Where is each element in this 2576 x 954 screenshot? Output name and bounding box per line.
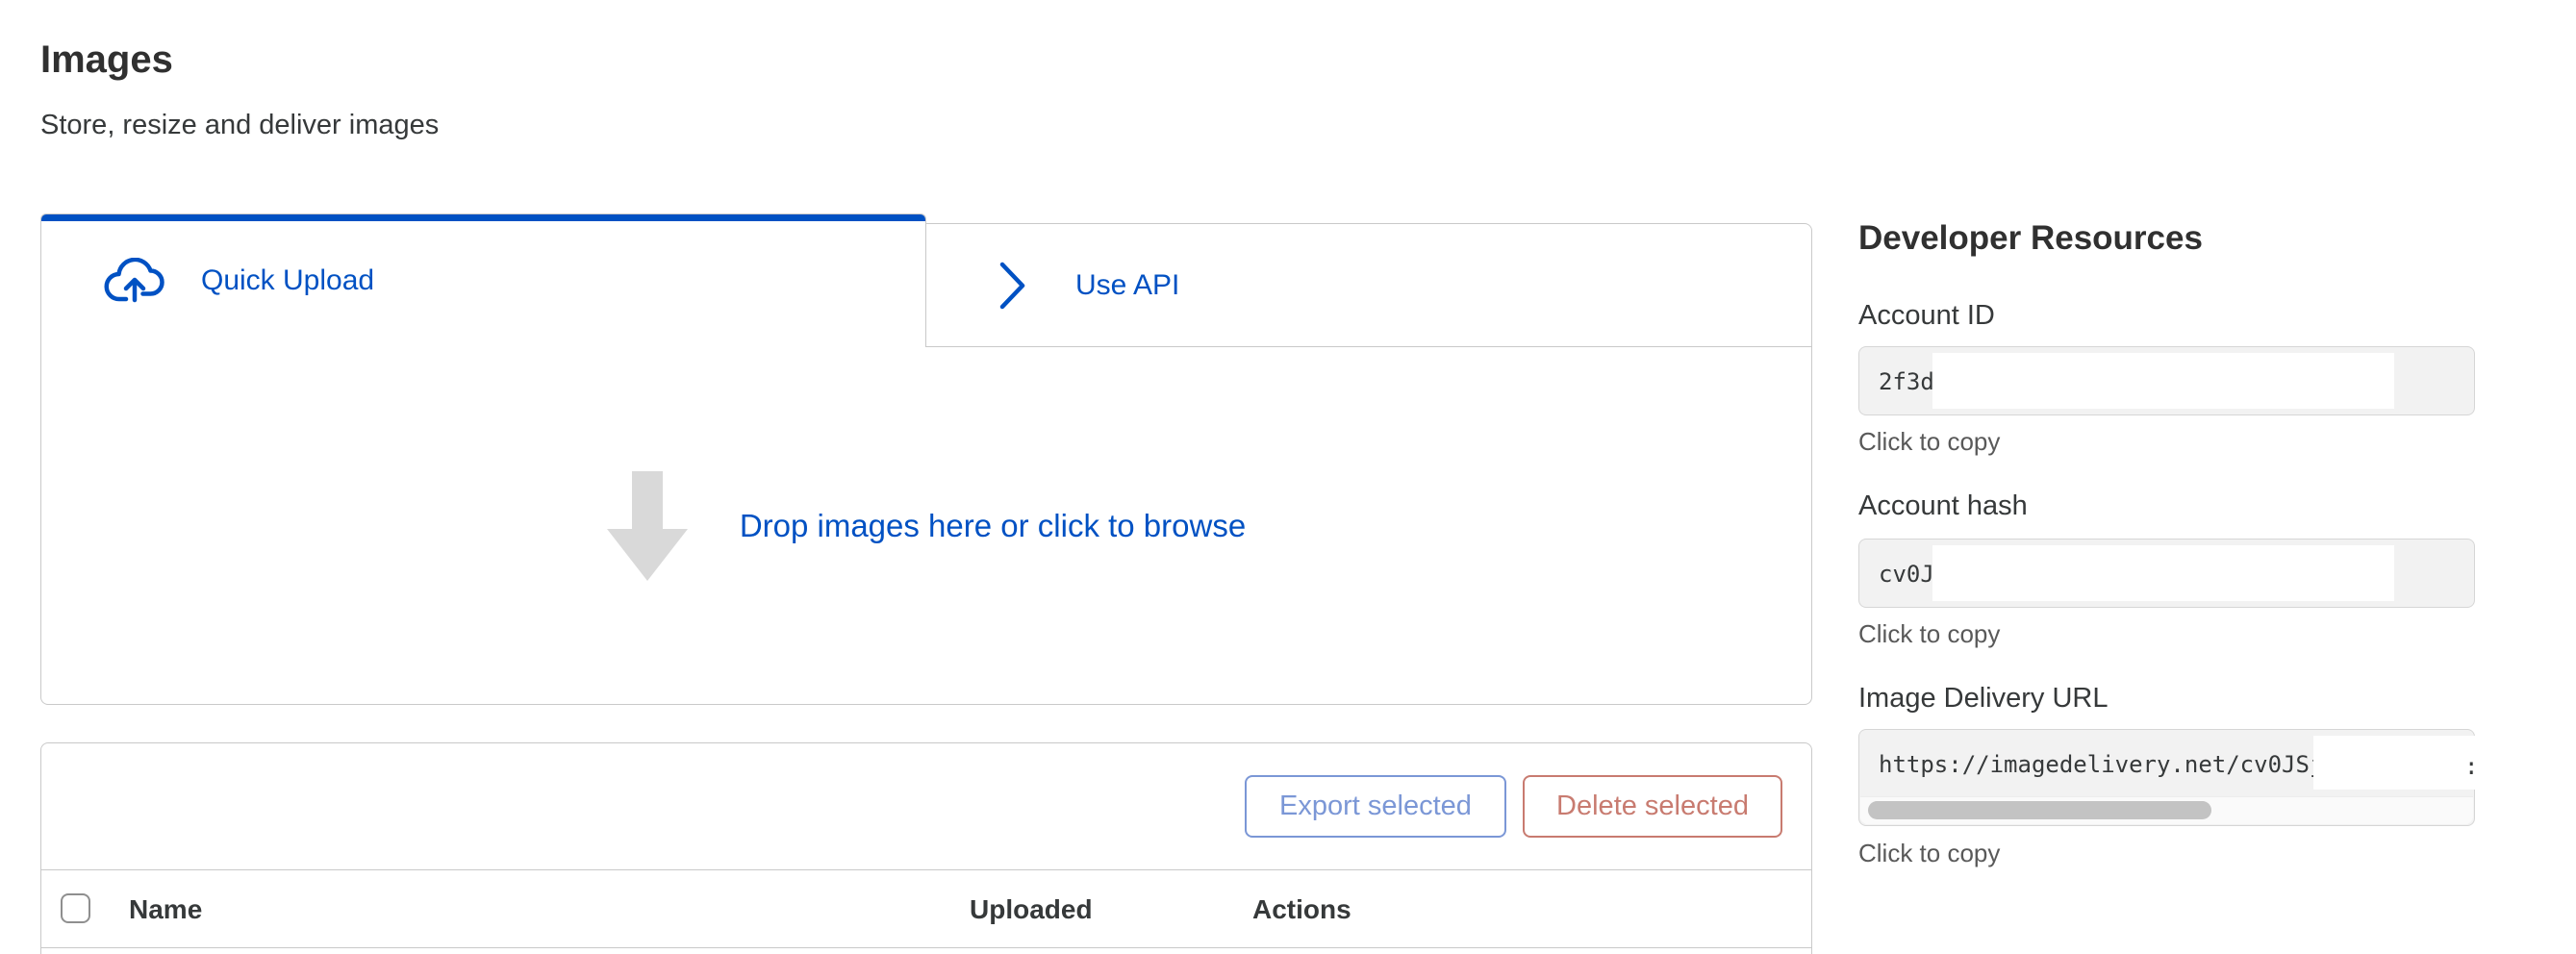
chevron-right-icon [998,261,1027,311]
account-id-copy-hint: Click to copy [1858,427,2000,457]
account-hash-value: cv0J [1879,561,1934,588]
delivery-url-copy-hint: Click to copy [1858,839,2000,868]
upload-panel: Drop images here or click to browse [40,347,1812,705]
cloud-upload-icon [103,258,166,304]
delete-selected-button[interactable]: Delete selected [1523,775,1782,838]
column-header-uploaded: Uploaded [970,894,1093,925]
images-table-card: Export selected Delete selected Name Upl… [40,742,1812,954]
account-hash-copy-hint: Click to copy [1858,619,2000,649]
select-all-checkbox[interactable] [61,893,90,923]
redaction-overlay [1932,545,2394,601]
column-header-actions: Actions [1252,894,1351,925]
export-selected-button[interactable]: Export selected [1245,775,1506,838]
url-scrollbar-thumb[interactable] [1868,801,2211,819]
dropzone-label: Drop images here or click to browse [740,508,1246,544]
column-header-name: Name [129,894,202,925]
active-tab-accent-bar [41,214,925,221]
redaction-overlay [2313,736,2475,790]
delivery-url-tail-fragment: : [2464,753,2478,780]
account-hash-field[interactable]: cv0J [1858,539,2475,608]
redaction-overlay [1932,353,2394,409]
dropzone[interactable]: Drop images here or click to browse [607,469,1246,583]
delivery-url-value: https://imagedelivery.net/cv0JSj [1879,751,2323,778]
page-title: Images [40,38,173,82]
tab-use-api[interactable]: Use API [925,223,1812,347]
tab-quick-upload-label: Quick Upload [201,264,374,297]
tab-use-api-label: Use API [1075,269,1179,302]
account-id-field[interactable]: 2f3d [1858,346,2475,415]
table-header-row: Name Uploaded Actions [41,870,1811,948]
account-hash-label: Account hash [1858,490,2028,522]
arrow-down-icon [607,469,688,583]
account-id-label: Account ID [1858,300,1995,332]
page-subtitle: Store, resize and deliver images [40,110,439,141]
developer-resources-heading: Developer Resources [1858,219,2203,258]
delivery-url-label: Image Delivery URL [1858,683,2108,715]
delivery-url-field[interactable]: https://imagedelivery.net/cv0JSj : [1858,729,2475,826]
account-id-value: 2f3d [1879,368,1934,395]
developer-resources-panel: Developer Resources Account ID 2f3d Clic… [1858,0,2475,954]
tab-quick-upload[interactable]: Quick Upload [40,213,926,347]
table-toolbar: Export selected Delete selected [41,743,1811,870]
images-page: Images Store, resize and deliver images … [0,0,2576,954]
url-horizontal-scrollbar[interactable] [1860,796,2473,824]
